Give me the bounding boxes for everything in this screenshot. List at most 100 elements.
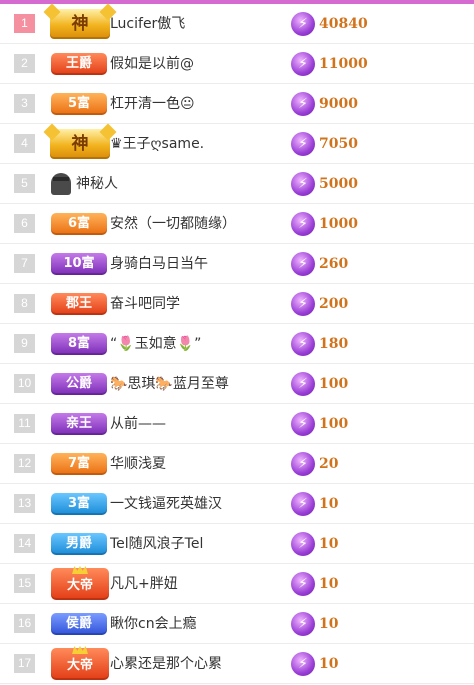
list-item[interactable]: 1 神 Lucifer傲飞 ⚡ 40840 xyxy=(0,4,474,44)
user-name[interactable]: Tel随风浪子Tel xyxy=(110,534,203,554)
list-item[interactable]: 13 3富 一文钱逼死英雄汉 ⚡ 10 xyxy=(0,484,474,524)
rank-number: 14 xyxy=(14,534,35,553)
points-value: 260 xyxy=(319,256,349,272)
list-item[interactable]: 17 大帝 心累还是那个心累 ⚡ 10 xyxy=(0,644,474,684)
lightning-coin-icon: ⚡ xyxy=(291,372,315,396)
points-value: 7050 xyxy=(319,136,358,152)
user-name[interactable]: 从前—— xyxy=(110,414,166,434)
points-value: 9000 xyxy=(319,96,358,112)
user-name[interactable]: Lucifer傲飞 xyxy=(110,14,185,34)
lightning-coin-icon: ⚡ xyxy=(291,332,315,356)
points-value: 1000 xyxy=(319,216,358,232)
level-badge: 侯爵 xyxy=(51,613,107,635)
list-item[interactable]: 6 6富 安然（一切都随缘） ⚡ 1000 xyxy=(0,204,474,244)
user-name[interactable]: 瞅你cn会上瘾 xyxy=(110,614,197,634)
rank-number: 3 xyxy=(14,94,35,113)
list-item[interactable]: 10 公爵 🐎思琪🐎蓝月至尊 ⚡ 100 xyxy=(0,364,474,404)
level-badge: 亲王 xyxy=(51,413,107,435)
list-item[interactable]: 12 7富 华顺浅夏 ⚡ 20 xyxy=(0,444,474,484)
level-badge: 王爵 xyxy=(51,53,107,75)
list-item[interactable]: 3 5富 杠开清一色😐 ⚡ 9000 xyxy=(0,84,474,124)
level-badge: 神 xyxy=(50,129,110,159)
points-value: 5000 xyxy=(319,176,358,192)
user-name[interactable]: 心累还是那个心累 xyxy=(110,654,222,674)
rank-number: 8 xyxy=(14,294,35,313)
level-badge: 8富 xyxy=(51,333,107,355)
points-value: 20 xyxy=(319,456,339,472)
rank-number: 17 xyxy=(14,654,35,673)
lightning-coin-icon: ⚡ xyxy=(291,92,315,116)
user-name[interactable]: 假如是以前@ xyxy=(110,54,194,74)
level-badge: 3富 xyxy=(51,493,107,515)
rank-number: 5 xyxy=(14,174,35,193)
level-badge: 7富 xyxy=(51,453,107,475)
points-value: 10 xyxy=(319,616,339,632)
level-badge: 神 xyxy=(50,9,110,39)
lightning-coin-icon: ⚡ xyxy=(291,412,315,436)
level-badge: 大帝 xyxy=(51,648,109,680)
list-item[interactable]: 8 郡王 奋斗吧同学 ⚡ 200 xyxy=(0,284,474,324)
user-name[interactable]: “🌷玉如意🌷” xyxy=(110,334,201,354)
level-badge: 男爵 xyxy=(51,533,107,555)
level-badge: 10富 xyxy=(51,253,107,275)
list-item[interactable]: 7 10富 身骑白马日当午 ⚡ 260 xyxy=(0,244,474,284)
list-item[interactable]: 5 神秘人 ⚡ 5000 xyxy=(0,164,474,204)
lightning-coin-icon: ⚡ xyxy=(291,252,315,276)
user-name[interactable]: 凡凡+胖妞 xyxy=(110,574,178,594)
lightning-coin-icon: ⚡ xyxy=(291,292,315,316)
level-badge: 公爵 xyxy=(51,373,107,395)
points-value: 200 xyxy=(319,296,349,312)
level-badge: 6富 xyxy=(51,213,107,235)
rank-number: 15 xyxy=(14,574,35,593)
list-item[interactable]: 16 侯爵 瞅你cn会上瘾 ⚡ 10 xyxy=(0,604,474,644)
list-item[interactable]: 2 王爵 假如是以前@ ⚡ 11000 xyxy=(0,44,474,84)
lightning-coin-icon: ⚡ xyxy=(291,532,315,556)
lightning-coin-icon: ⚡ xyxy=(291,52,315,76)
rank-number: 9 xyxy=(14,334,35,353)
points-value: 100 xyxy=(319,416,349,432)
user-name[interactable]: 安然（一切都随缘） xyxy=(110,214,236,234)
ranking-list: 1 神 Lucifer傲飞 ⚡ 40840 2 王爵 假如是以前@ ⚡ 1100… xyxy=(0,4,474,684)
level-badge: 大帝 xyxy=(51,568,109,600)
list-item[interactable]: 14 男爵 Tel随风浪子Tel ⚡ 10 xyxy=(0,524,474,564)
lightning-coin-icon: ⚡ xyxy=(291,132,315,156)
user-name[interactable]: 杠开清一色😐 xyxy=(110,94,195,114)
points-value: 10 xyxy=(319,496,339,512)
lightning-coin-icon: ⚡ xyxy=(291,212,315,236)
rank-number: 13 xyxy=(14,494,35,513)
rank-number: 16 xyxy=(14,614,35,633)
list-item[interactable]: 9 8富 “🌷玉如意🌷” ⚡ 180 xyxy=(0,324,474,364)
points-value: 11000 xyxy=(319,56,368,72)
user-name[interactable]: 奋斗吧同学 xyxy=(110,294,180,314)
points-value: 40840 xyxy=(319,16,368,32)
points-value: 180 xyxy=(319,336,349,352)
level-badge: 郡王 xyxy=(51,293,107,315)
list-item[interactable]: 15 大帝 凡凡+胖妞 ⚡ 10 xyxy=(0,564,474,604)
lightning-coin-icon: ⚡ xyxy=(291,492,315,516)
lightning-coin-icon: ⚡ xyxy=(291,572,315,596)
rank-number: 2 xyxy=(14,54,35,73)
lightning-coin-icon: ⚡ xyxy=(291,172,315,196)
points-value: 10 xyxy=(319,536,339,552)
rank-number: 7 xyxy=(14,254,35,273)
rank-number: 11 xyxy=(14,414,35,433)
rank-number: 1 xyxy=(14,14,35,33)
mystery-user-avatar-icon xyxy=(51,173,71,195)
user-name[interactable]: 华顺浅夏 xyxy=(110,454,166,474)
lightning-coin-icon: ⚡ xyxy=(291,612,315,636)
rank-number: 12 xyxy=(14,454,35,473)
user-name[interactable]: ♛王子ღsame. xyxy=(110,134,204,154)
rank-number: 10 xyxy=(14,374,35,393)
user-name[interactable]: 身骑白马日当午 xyxy=(110,254,208,274)
list-item[interactable]: 11 亲王 从前—— ⚡ 100 xyxy=(0,404,474,444)
user-name[interactable]: 神秘人 xyxy=(76,174,118,194)
level-badge: 5富 xyxy=(51,93,107,115)
user-name[interactable]: 🐎思琪🐎蓝月至尊 xyxy=(110,374,229,394)
list-item[interactable]: 4 神 ♛王子ღsame. ⚡ 7050 xyxy=(0,124,474,164)
points-value: 10 xyxy=(319,576,339,592)
points-value: 100 xyxy=(319,376,349,392)
lightning-coin-icon: ⚡ xyxy=(291,652,315,676)
lightning-coin-icon: ⚡ xyxy=(291,12,315,36)
rank-number: 4 xyxy=(14,134,35,153)
user-name[interactable]: 一文钱逼死英雄汉 xyxy=(110,494,222,514)
